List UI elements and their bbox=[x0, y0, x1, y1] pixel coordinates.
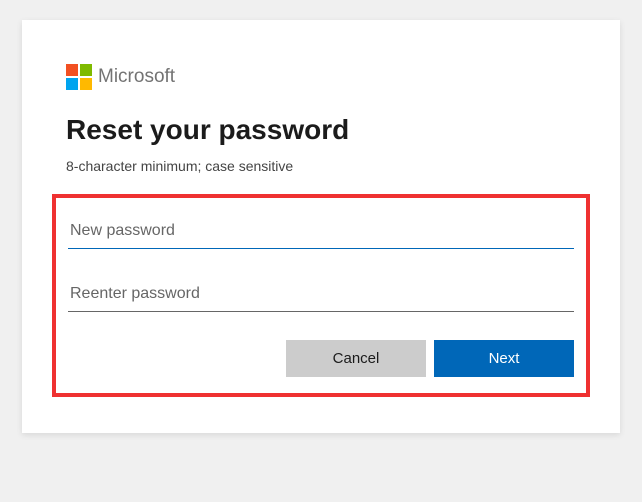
brand-row: Microsoft bbox=[66, 64, 576, 90]
page-title: Reset your password bbox=[66, 114, 576, 146]
new-password-field-wrapper bbox=[68, 214, 574, 249]
next-button[interactable]: Next bbox=[434, 340, 574, 377]
form-highlight-box: Cancel Next bbox=[52, 194, 590, 397]
cancel-button[interactable]: Cancel bbox=[286, 340, 426, 377]
password-hint: 8-character minimum; case sensitive bbox=[66, 158, 576, 174]
reset-password-card: Microsoft Reset your password 8-characte… bbox=[22, 20, 620, 433]
reenter-password-field-wrapper bbox=[68, 277, 574, 312]
microsoft-logo-icon bbox=[66, 64, 92, 90]
reenter-password-input[interactable] bbox=[68, 277, 574, 312]
button-row: Cancel Next bbox=[68, 340, 574, 377]
brand-name: Microsoft bbox=[98, 66, 175, 88]
new-password-input[interactable] bbox=[68, 214, 574, 249]
